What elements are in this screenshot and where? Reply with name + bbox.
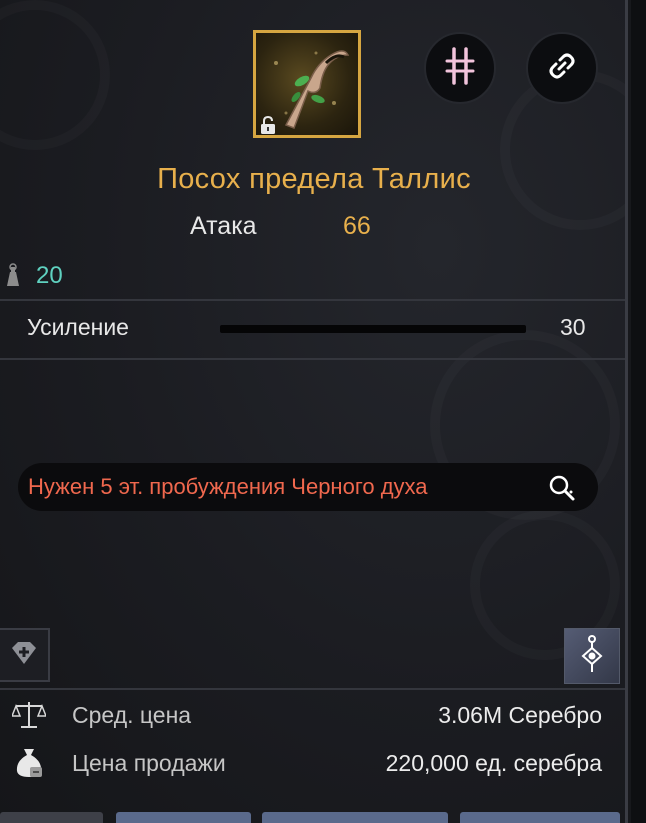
crystal-add-icon <box>9 639 39 672</box>
search-icon[interactable] <box>546 472 578 509</box>
enhancement-label: Усиление <box>27 314 129 340</box>
weight-value: 20 <box>36 262 63 289</box>
attack-label: Атака <box>190 212 257 240</box>
money-bag-icon <box>12 745 46 784</box>
link-button[interactable] <box>526 32 598 104</box>
enhancement-value: 30 <box>560 314 586 340</box>
background-decoration <box>0 0 110 150</box>
item-name: Посох предела Таллис <box>157 163 471 195</box>
attack-value: 66 <box>343 212 371 240</box>
sell-price-value: 220,000 ед. серебра <box>385 750 602 776</box>
add-crystal-button[interactable] <box>0 628 50 682</box>
divider <box>0 299 625 301</box>
bottom-button[interactable] <box>262 812 448 823</box>
requirement-banner[interactable]: Нужен 5 эт. пробуждения Черного духа <box>18 463 598 511</box>
bottom-button[interactable] <box>116 812 251 823</box>
divider <box>0 688 625 690</box>
lock-icon <box>258 115 278 135</box>
enhancement-bar <box>220 325 526 333</box>
awakening-button[interactable] <box>564 628 620 684</box>
average-price-label: Сред. цена <box>72 702 192 728</box>
compare-icon <box>443 46 477 91</box>
link-icon <box>546 50 578 87</box>
bottom-button[interactable] <box>460 812 620 823</box>
divider <box>0 358 625 360</box>
compare-button[interactable] <box>424 32 496 104</box>
side-strip <box>631 0 646 823</box>
requirement-text: Нужен 5 эт. пробуждения Черного духа <box>28 474 428 499</box>
bottom-button[interactable] <box>0 812 103 823</box>
item-tooltip-panel: Посох предела Таллис Атака 66 20 Усилени… <box>0 0 628 823</box>
awakening-icon <box>577 634 607 679</box>
average-price-value: 3.06M Серебро <box>438 702 602 728</box>
sell-price-label: Цена продажи <box>72 750 226 776</box>
weight-icon <box>2 262 24 293</box>
scales-icon <box>10 700 48 735</box>
